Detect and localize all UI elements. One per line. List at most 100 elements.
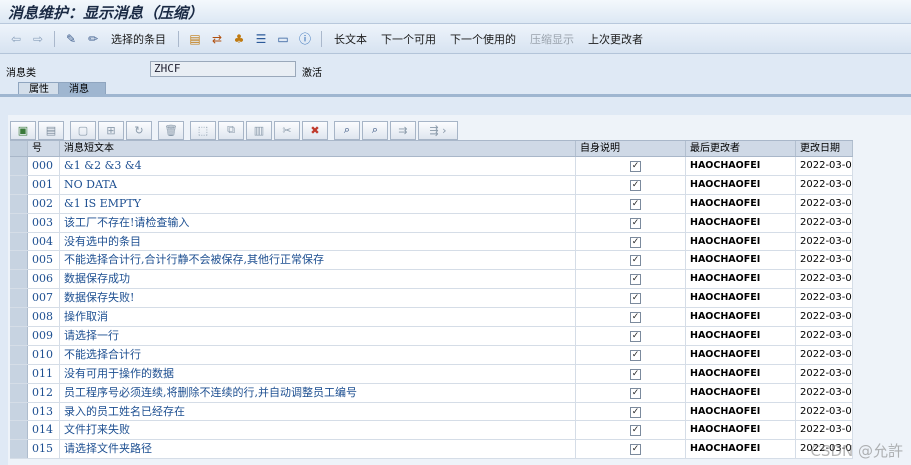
where-used-icon[interactable]: ▤ [187,31,203,47]
message-number[interactable]: 008 [28,308,60,327]
message-text[interactable]: &1 &2 &3 &4 [60,157,576,175]
message-number[interactable]: 012 [28,383,60,402]
table-row[interactable]: 013 录入的员工姓名已经存在 ✓ HAOCHAOFEI 2022-03-03 [10,402,853,422]
insert-icon[interactable]: ⊞ [98,120,124,140]
paste-icon[interactable]: ▥ [246,120,272,140]
selected-entries-button[interactable]: 选择的条目 [105,31,172,47]
message-number[interactable]: 004 [28,232,60,251]
table-row[interactable]: 012 员工程序号必须连续,将删除不连续的行,并自动调整员工编号 ✓ HAOCHAOF… [10,383,853,403]
back-arrow-icon[interactable]: ⇦ [8,31,24,47]
create-icon[interactable]: ▢ [70,120,96,140]
table-row[interactable]: 011 没有可用于操作的数据 ✓ HAOCHAOFEI 2022-03-03 [10,364,853,384]
row-selector[interactable] [10,327,28,345]
display-change-icon[interactable]: ✎ [63,31,79,47]
self-explanatory-checkbox[interactable]: ✓ [630,274,641,286]
message-text[interactable]: 不能选择合计行 [60,345,576,364]
message-number[interactable]: 001 [28,175,60,194]
table-row[interactable]: 005 不能选择合计行,合计行静不会被保存,其他行正常保存 ✓ HAOCHAOFEI 2… [10,251,853,271]
message-number[interactable]: 007 [28,289,60,308]
row-selector[interactable] [10,364,28,383]
message-text[interactable]: 录入的员工姓名已经存在 [60,402,576,421]
self-explanatory-checkbox[interactable]: ✓ [630,387,641,399]
message-number[interactable]: 010 [28,345,60,364]
message-text[interactable]: 数据保存成功 [60,270,576,289]
self-explanatory-checkbox[interactable]: ✓ [630,293,641,305]
row-selector[interactable] [10,270,28,289]
message-text[interactable]: 请选择文件夹路径 [60,440,576,459]
self-explanatory-checkbox[interactable]: ✓ [630,349,641,361]
copy-icon[interactable]: ⧉ [218,120,244,140]
row-selector[interactable] [10,289,28,308]
message-number[interactable]: 015 [28,440,60,459]
self-explanatory-checkbox[interactable]: ✓ [630,179,641,191]
table-row[interactable]: 007 数据保存失败! ✓ HAOCHAOFEI 2022-03-03 [10,289,853,309]
self-explanatory-checkbox[interactable]: ✓ [630,312,641,324]
message-number[interactable]: 000 [28,157,60,175]
self-explanatory-checkbox[interactable]: ✓ [630,425,641,437]
col-header-text[interactable]: 消息短文本 [60,141,576,156]
row-selector[interactable] [10,440,28,459]
info-icon[interactable]: ⓘ [297,31,313,47]
row-selector[interactable] [10,308,28,327]
more-icon[interactable]: ⇶ › [418,120,458,140]
message-number[interactable]: 003 [28,213,60,232]
table-row[interactable]: 002 &1 IS EMPTY ✓ HAOCHAOFEI 2022-03-03 [10,194,853,214]
self-explanatory-checkbox[interactable]: ✓ [630,161,641,172]
self-explanatory-checkbox[interactable]: ✓ [630,217,641,229]
next-available-button[interactable]: 下一个可用 [375,31,442,47]
message-number[interactable]: 014 [28,421,60,440]
table-row[interactable]: 001 NO DATA ✓ HAOCHAOFEI 2022-03-03 [10,175,853,195]
edit-icon[interactable]: ▤ [38,120,64,140]
message-text[interactable]: 员工程序号必须连续,将删除不连续的行,并自动调整员工编号 [60,383,576,402]
find-next-icon[interactable]: ⌕ [362,120,388,140]
message-text[interactable]: &1 IS EMPTY [60,194,576,213]
refresh-icon[interactable]: ↻ [126,120,152,140]
message-text[interactable]: 操作取消 [60,308,576,327]
message-text[interactable]: 没有可用于操作的数据 [60,364,576,383]
self-explanatory-checkbox[interactable]: ✓ [630,368,641,380]
details-icon[interactable]: ▣ [10,120,36,140]
row-selector[interactable] [10,402,28,421]
self-explanatory-checkbox[interactable]: ✓ [630,198,641,210]
table-row[interactable]: 009 请选择一行 ✓ HAOCHAOFEI 2022-03-03 [10,327,853,346]
row-selector[interactable] [10,194,28,213]
message-class-field[interactable]: ZHCF [150,61,296,77]
stack-icon[interactable]: ☰ [253,31,269,47]
self-explanatory-checkbox[interactable]: ✓ [630,444,641,456]
message-text[interactable]: NO DATA [60,175,576,194]
hierarchy-icon[interactable]: ♣ [231,31,247,47]
long-text-button[interactable]: 长文本 [328,31,373,47]
screen-icon[interactable]: ▭ [275,31,291,47]
table-row[interactable]: 003 该工厂不存在!请检查输入 ✓ HAOCHAOFEI 2022-03-03 [10,213,853,233]
col-header-changed-on[interactable]: 更改日期 [796,141,853,156]
table-row[interactable]: 000 &1 &2 &3 &4 ✓ HAOCHAOFEI 2022-03-03 [10,157,853,176]
message-number[interactable]: 009 [28,327,60,345]
table-row[interactable]: 004 没有选中的条目 ✓ HAOCHAOFEI 2022-03-03 [10,232,853,252]
col-header-last-changed-by[interactable]: 最后更改者 [686,141,796,156]
message-number[interactable]: 002 [28,194,60,213]
table-row[interactable]: 006 数据保存成功 ✓ HAOCHAOFEI 2022-03-03 [10,270,853,290]
next-used-button[interactable]: 下一个使用的 [444,31,522,47]
row-selector[interactable] [10,345,28,364]
find-icon[interactable]: ⌕ [334,120,360,140]
message-text[interactable]: 不能选择合计行,合计行静不会被保存,其他行正常保存 [60,251,576,270]
delete-icon[interactable]: ✖ [302,120,328,140]
message-number[interactable]: 011 [28,364,60,383]
row-selector[interactable] [10,232,28,251]
message-text[interactable]: 请选择一行 [60,327,576,345]
forward-arrow-icon[interactable]: ⇨ [30,31,46,47]
col-header-number[interactable]: 号 [28,141,60,156]
row-selector[interactable] [10,383,28,402]
cut-icon[interactable]: ✂ [274,120,300,140]
table-row[interactable]: 008 操作取消 ✓ HAOCHAOFEI 2022-03-03 [10,308,853,328]
self-explanatory-checkbox[interactable]: ✓ [630,406,641,418]
select-all-cell[interactable] [10,141,28,156]
row-selector[interactable] [10,157,28,175]
self-explanatory-checkbox[interactable]: ✓ [630,255,641,267]
message-text[interactable]: 没有选中的条目 [60,232,576,251]
message-text[interactable]: 数据保存失败! [60,289,576,308]
self-explanatory-checkbox[interactable]: ✓ [630,236,641,248]
table-row[interactable]: 010 不能选择合计行 ✓ HAOCHAOFEI 2022-03-03 [10,345,853,365]
message-number[interactable]: 006 [28,270,60,289]
message-number[interactable]: 013 [28,402,60,421]
